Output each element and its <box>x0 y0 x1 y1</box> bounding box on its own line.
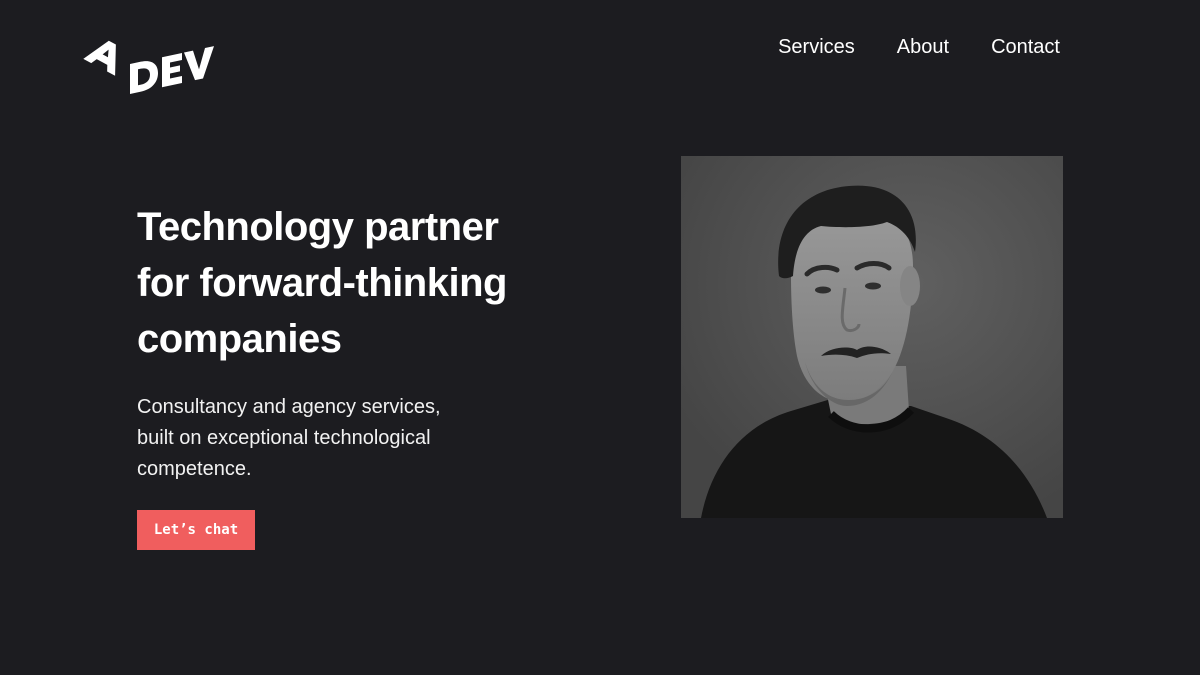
hero-subtitle-line: competence. <box>137 458 252 480</box>
adev-logo-icon <box>83 40 214 94</box>
hero-subtitle-line: built on exceptional technological <box>137 427 431 449</box>
nav-link-about[interactable]: About <box>897 34 949 60</box>
lets-chat-button[interactable]: Let’s chat <box>137 510 255 550</box>
hero-title-line: companies <box>137 317 342 361</box>
nav-link-services[interactable]: Services <box>778 34 855 60</box>
hero-title: Technology partner for forward-thinking … <box>137 199 557 367</box>
portrait-image <box>681 156 1063 518</box>
hero-subtitle: Consultancy and agency services, built o… <box>137 392 477 485</box>
hero-title-line: Technology partner <box>137 205 499 249</box>
nav-link-contact[interactable]: Contact <box>991 34 1060 60</box>
main-nav: Services About Contact <box>778 34 1060 60</box>
hero-subtitle-line: Consultancy and agency services, <box>137 396 441 418</box>
logo-link[interactable] <box>82 34 222 94</box>
portrait-photo-icon <box>681 156 1063 518</box>
hero-title-line: for forward-thinking <box>137 261 507 305</box>
